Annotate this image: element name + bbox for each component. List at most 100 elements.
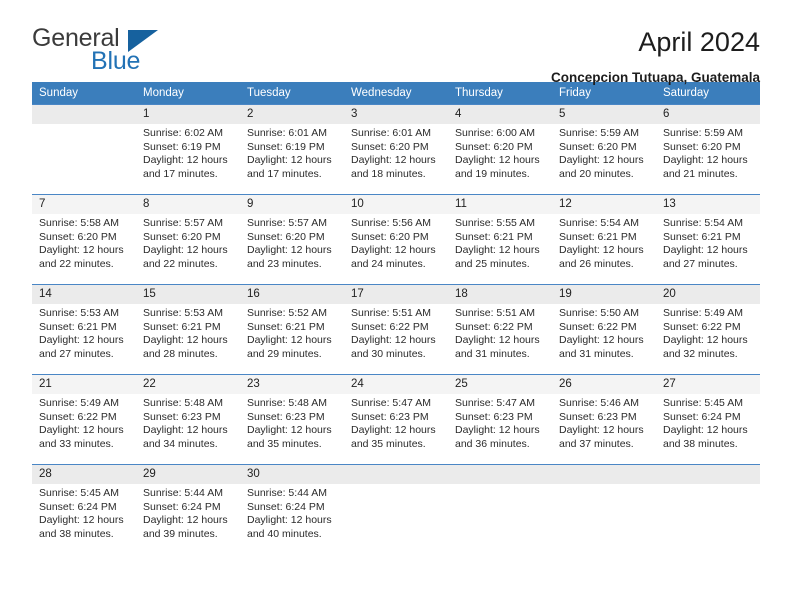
- calendar-day-cell[interactable]: 13 Sunrise: 5:54 AM Sunset: 6:21 PM Dayligh…: [656, 194, 760, 285]
- calendar-day-cell[interactable]: 2 Sunrise: 6:01 AM Sunset: 6:19 PM Daylight…: [240, 104, 344, 195]
- day-details: Sunrise: 5:53 AM Sunset: 6:21 PM Daylight:…: [32, 304, 136, 361]
- day-sunrise-text: Sunrise: 5:59 AM: [559, 127, 639, 139]
- day-daylight2-text: and 27 minutes.: [663, 257, 738, 270]
- day-details: Sunrise: 5:54 AM Sunset: 6:21 PM Daylight:…: [552, 214, 656, 271]
- calendar-day-cell[interactable]: 14 Sunrise: 5:53 AM Sunset: 6:21 PM Dayligh…: [32, 284, 136, 375]
- day-sunset-text: Sunset: 6:20 PM: [143, 230, 221, 243]
- day-daylight1-text: Daylight: 12 hours: [39, 334, 124, 346]
- day-daylight1-text: Daylight: 12 hours: [455, 424, 540, 436]
- day-sunset-text: Sunset: 6:23 PM: [143, 410, 221, 423]
- day-details: Sunrise: 5:49 AM Sunset: 6:22 PM Daylight:…: [32, 394, 136, 451]
- day-daylight1-text: Daylight: 12 hours: [247, 244, 332, 256]
- calendar-day-cell[interactable]: 9 Sunrise: 5:57 AM Sunset: 6:20 PM Daylight…: [240, 194, 344, 285]
- weekday-header-row: Sunday Monday Tuesday Wednesday Thursday…: [32, 82, 760, 105]
- day-sunrise-text: Sunrise: 5:54 AM: [663, 217, 743, 229]
- day-details: Sunrise: 5:52 AM Sunset: 6:21 PM Daylight:…: [240, 304, 344, 361]
- day-sunrise-text: Sunrise: 5:58 AM: [39, 217, 119, 229]
- weekday-header-saturday: Saturday: [656, 82, 760, 105]
- calendar-day-cell[interactable]: 4 Sunrise: 6:00 AM Sunset: 6:20 PM Daylight…: [448, 104, 552, 195]
- calendar-day-cell[interactable]: 3 Sunrise: 6:01 AM Sunset: 6:20 PM Daylight…: [344, 104, 448, 195]
- day-daylight1-text: Daylight: 12 hours: [143, 334, 228, 346]
- day-number: 23: [240, 375, 344, 394]
- calendar-week-row: 14 Sunrise: 5:53 AM Sunset: 6:21 PM Dayligh…: [32, 284, 760, 375]
- calendar-day-cell[interactable]: 26 Sunrise: 5:46 AM Sunset: 6:23 PM Dayligh…: [552, 374, 656, 465]
- day-daylight1-text: Daylight: 12 hours: [351, 424, 436, 436]
- day-sunset-text: Sunset: 6:20 PM: [559, 140, 637, 153]
- calendar-page: General Blue April 2024 Concepcion Tutua…: [0, 0, 792, 612]
- day-sunset-text: Sunset: 6:20 PM: [247, 230, 325, 243]
- day-sunrise-text: Sunrise: 5:48 AM: [247, 397, 327, 409]
- day-sunrise-text: Sunrise: 5:47 AM: [455, 397, 535, 409]
- calendar-day-cell[interactable]: 6 Sunrise: 5:59 AM Sunset: 6:20 PM Daylight…: [656, 104, 760, 195]
- day-daylight2-text: and 28 minutes.: [143, 347, 218, 360]
- day-sunrise-text: Sunrise: 5:47 AM: [351, 397, 431, 409]
- day-sunset-text: Sunset: 6:21 PM: [143, 320, 221, 333]
- day-daylight2-text: and 22 minutes.: [39, 257, 114, 270]
- day-number: 27: [656, 375, 760, 394]
- page-title: April 2024: [638, 27, 760, 57]
- day-sunrise-text: Sunrise: 5:51 AM: [455, 307, 535, 319]
- calendar-day-cell[interactable]: 21 Sunrise: 5:49 AM Sunset: 6:22 PM Dayligh…: [32, 374, 136, 465]
- day-daylight1-text: Daylight: 12 hours: [559, 154, 644, 166]
- day-sunrise-text: Sunrise: 5:45 AM: [39, 487, 119, 499]
- day-number: 7: [32, 195, 136, 214]
- day-number: [656, 465, 760, 484]
- day-details: Sunrise: 5:46 AM Sunset: 6:23 PM Daylight:…: [552, 394, 656, 451]
- calendar-day-cell[interactable]: 5 Sunrise: 5:59 AM Sunset: 6:20 PM Daylight…: [552, 104, 656, 195]
- day-daylight1-text: Daylight: 12 hours: [143, 424, 228, 436]
- day-daylight1-text: Daylight: 12 hours: [559, 334, 644, 346]
- day-daylight2-text: and 23 minutes.: [247, 257, 322, 270]
- day-sunset-text: Sunset: 6:21 PM: [663, 230, 741, 243]
- day-daylight1-text: Daylight: 12 hours: [247, 334, 332, 346]
- day-daylight1-text: Daylight: 12 hours: [663, 154, 748, 166]
- day-sunset-text: Sunset: 6:20 PM: [663, 140, 741, 153]
- calendar-table: Sunday Monday Tuesday Wednesday Thursday…: [32, 82, 760, 555]
- calendar-day-cell[interactable]: 12 Sunrise: 5:54 AM Sunset: 6:21 PM Dayligh…: [552, 194, 656, 285]
- calendar-day-cell[interactable]: 17 Sunrise: 5:51 AM Sunset: 6:22 PM Dayligh…: [344, 284, 448, 375]
- weekday-header-thursday: Thursday: [448, 82, 552, 105]
- calendar-day-cell[interactable]: 20 Sunrise: 5:49 AM Sunset: 6:22 PM Dayligh…: [656, 284, 760, 375]
- day-daylight2-text: and 27 minutes.: [39, 347, 114, 360]
- day-daylight2-text: and 40 minutes.: [247, 527, 322, 540]
- day-daylight1-text: Daylight: 12 hours: [39, 514, 124, 526]
- calendar-day-cell[interactable]: 16 Sunrise: 5:52 AM Sunset: 6:21 PM Dayligh…: [240, 284, 344, 375]
- day-sunrise-text: Sunrise: 5:56 AM: [351, 217, 431, 229]
- day-sunrise-text: Sunrise: 5:53 AM: [143, 307, 223, 319]
- calendar-day-cell[interactable]: 29 Sunrise: 5:44 AM Sunset: 6:24 PM Dayligh…: [136, 464, 240, 555]
- day-number: 9: [240, 195, 344, 214]
- day-sunset-text: Sunset: 6:20 PM: [39, 230, 117, 243]
- calendar-day-cell[interactable]: 19 Sunrise: 5:50 AM Sunset: 6:22 PM Dayligh…: [552, 284, 656, 375]
- calendar-day-cell[interactable]: 28 Sunrise: 5:45 AM Sunset: 6:24 PM Dayligh…: [32, 464, 136, 555]
- day-details: Sunrise: 5:45 AM Sunset: 6:24 PM Daylight:…: [32, 484, 136, 541]
- calendar-day-cell[interactable]: 18 Sunrise: 5:51 AM Sunset: 6:22 PM Dayligh…: [448, 284, 552, 375]
- calendar-day-cell[interactable]: 7 Sunrise: 5:58 AM Sunset: 6:20 PM Daylight…: [32, 194, 136, 285]
- day-details: Sunrise: 5:51 AM Sunset: 6:22 PM Daylight:…: [448, 304, 552, 361]
- day-number: 20: [656, 285, 760, 304]
- day-details: Sunrise: 5:45 AM Sunset: 6:24 PM Daylight:…: [656, 394, 760, 451]
- calendar-day-cell[interactable]: 30 Sunrise: 5:44 AM Sunset: 6:24 PM Dayligh…: [240, 464, 344, 555]
- calendar-day-cell[interactable]: 10 Sunrise: 5:56 AM Sunset: 6:20 PM Dayligh…: [344, 194, 448, 285]
- calendar-day-cell[interactable]: 23 Sunrise: 5:48 AM Sunset: 6:23 PM Dayligh…: [240, 374, 344, 465]
- day-sunrise-text: Sunrise: 5:48 AM: [143, 397, 223, 409]
- day-details: Sunrise: 5:58 AM Sunset: 6:20 PM Daylight:…: [32, 214, 136, 271]
- calendar-day-cell[interactable]: 24 Sunrise: 5:47 AM Sunset: 6:23 PM Dayligh…: [344, 374, 448, 465]
- calendar-day-cell[interactable]: 22 Sunrise: 5:48 AM Sunset: 6:23 PM Dayligh…: [136, 374, 240, 465]
- day-daylight1-text: Daylight: 12 hours: [143, 244, 228, 256]
- day-daylight1-text: Daylight: 12 hours: [351, 154, 436, 166]
- calendar-day-cell[interactable]: 15 Sunrise: 5:53 AM Sunset: 6:21 PM Dayligh…: [136, 284, 240, 375]
- day-daylight2-text: and 39 minutes.: [143, 527, 218, 540]
- day-details: Sunrise: 5:48 AM Sunset: 6:23 PM Daylight:…: [136, 394, 240, 451]
- day-details: Sunrise: 5:59 AM Sunset: 6:20 PM Daylight:…: [656, 124, 760, 181]
- calendar-day-cell[interactable]: 8 Sunrise: 5:57 AM Sunset: 6:20 PM Daylight…: [136, 194, 240, 285]
- day-daylight1-text: Daylight: 12 hours: [559, 244, 644, 256]
- calendar-day-cell[interactable]: 1 Sunrise: 6:02 AM Sunset: 6:19 PM Daylight…: [136, 104, 240, 195]
- calendar-day-cell[interactable]: 11 Sunrise: 5:55 AM Sunset: 6:21 PM Dayligh…: [448, 194, 552, 285]
- day-sunset-text: Sunset: 6:24 PM: [247, 500, 325, 513]
- day-number: 4: [448, 105, 552, 124]
- day-daylight2-text: and 38 minutes.: [663, 437, 738, 450]
- day-details: Sunrise: 5:47 AM Sunset: 6:23 PM Daylight:…: [344, 394, 448, 451]
- day-sunrise-text: Sunrise: 5:55 AM: [455, 217, 535, 229]
- day-daylight1-text: Daylight: 12 hours: [247, 424, 332, 436]
- calendar-day-cell[interactable]: 25 Sunrise: 5:47 AM Sunset: 6:23 PM Dayligh…: [448, 374, 552, 465]
- calendar-day-cell[interactable]: 27 Sunrise: 5:45 AM Sunset: 6:24 PM Dayligh…: [656, 374, 760, 465]
